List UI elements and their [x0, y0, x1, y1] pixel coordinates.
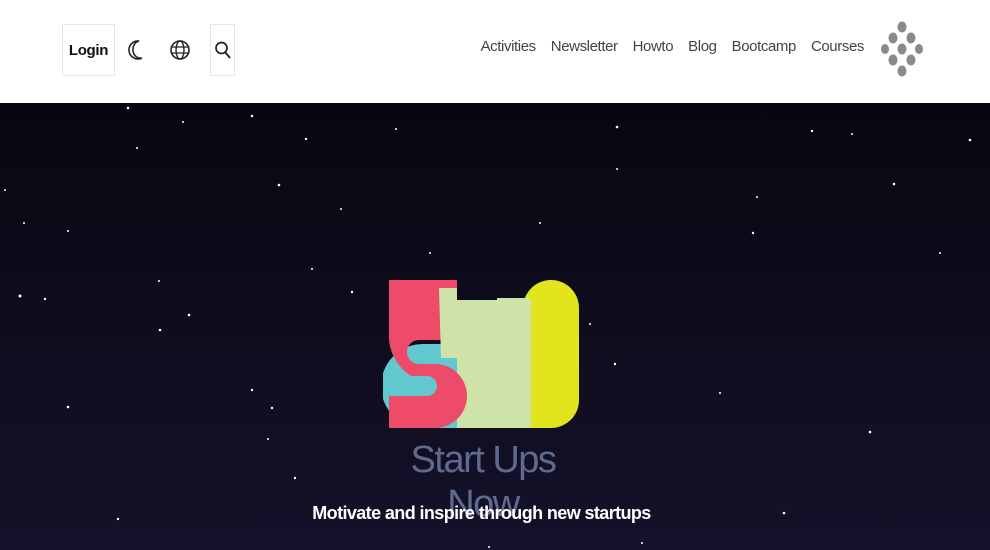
nav-newsletter[interactable]: Newsletter: [551, 38, 618, 55]
nav-activities[interactable]: Activities: [481, 38, 537, 55]
login-label: Login: [68, 41, 109, 59]
hero-tagline: Motivate and inspire through new startup…: [312, 503, 651, 523]
nav-howto[interactable]: Howto: [633, 38, 674, 55]
moon-icon: [128, 40, 143, 60]
dark-mode-toggle[interactable]: [124, 24, 150, 76]
language-selector[interactable]: [166, 24, 194, 76]
search-icon: [214, 41, 231, 59]
top-header: Login Activities Newsletter Howto Blog B…: [0, 0, 990, 103]
login-button[interactable]: Login: [62, 24, 115, 76]
nav-courses[interactable]: Courses: [811, 38, 864, 55]
nav-blog[interactable]: Blog: [688, 38, 717, 55]
globe-icon: [170, 40, 190, 60]
main-nav: Activities Newsletter Howto Blog Bootcam…: [481, 38, 865, 55]
search-button[interactable]: [210, 24, 235, 76]
sun-logo: [383, 280, 579, 428]
dots-grid-icon[interactable]: [880, 20, 924, 80]
nav-bootcamp[interactable]: Bootcamp: [732, 38, 797, 55]
hero-section: Start Ups Now Motivate and inspire throu…: [0, 103, 990, 550]
